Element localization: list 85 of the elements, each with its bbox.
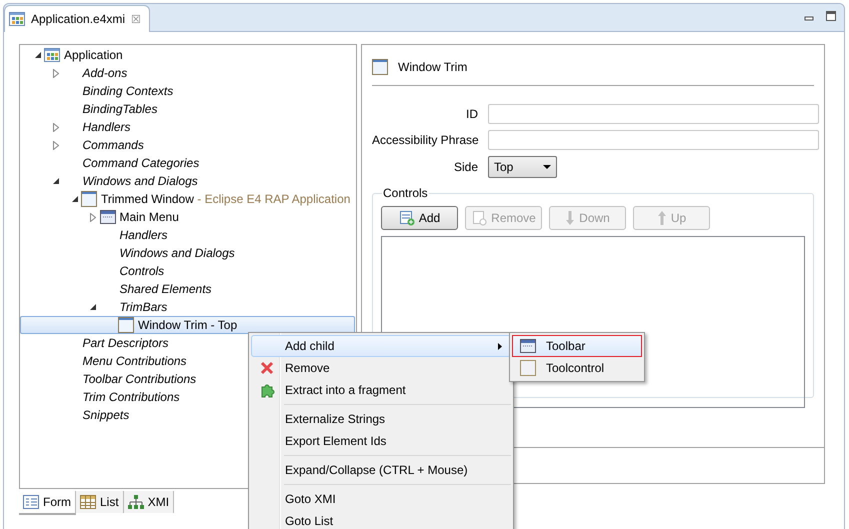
tree-row[interactable]: Main Menu	[20, 208, 355, 226]
menu-item[interactable]: Export Element Ids	[251, 430, 511, 452]
submenu-arrow-icon	[498, 342, 502, 350]
tree-item-label: Binding Contexts	[82, 84, 174, 98]
remove-icon	[471, 210, 488, 226]
tree-row[interactable]: BindingTables	[20, 100, 355, 118]
tree-item-label: Add-ons	[82, 66, 128, 80]
tree-row[interactable]: Handlers	[20, 118, 355, 136]
group-title: Controls	[382, 186, 429, 200]
editor-tab-title: Application.e4xmi	[31, 12, 126, 26]
toolbar-button[interactable]: Add	[381, 206, 458, 230]
expanded-arrow-icon[interactable]	[34, 52, 40, 58]
field-label: Side	[452, 160, 478, 174]
maximize-icon[interactable]	[826, 11, 836, 21]
tree-row[interactable]: Application	[20, 46, 355, 64]
tree-item-label: Shared Elements	[120, 282, 212, 296]
tree-row[interactable]: Handlers	[20, 226, 355, 244]
tree-item-label: Windows and Dialogs	[82, 174, 198, 188]
tree-item-label: Main Menu	[120, 210, 179, 224]
tree-row[interactable]: Binding Contexts	[20, 82, 355, 100]
element-icon	[520, 360, 536, 376]
collapsed-arrow-icon[interactable]	[53, 68, 59, 78]
tree-item-label: Handlers	[82, 120, 131, 134]
window-icon	[81, 191, 97, 207]
menu-item[interactable]: Add child	[251, 335, 511, 357]
editor-page-tab[interactable]: XMI	[124, 491, 174, 513]
field-label: ID	[465, 107, 478, 121]
tree-item-detail: - Eclipse E4 RAP Application	[196, 192, 350, 206]
tree-row[interactable]: Shared Elements	[20, 280, 355, 298]
tree-item-label: Command Categories	[82, 156, 200, 170]
tree-item-label: Handlers	[120, 228, 168, 242]
menu-item[interactable]: Toolbar	[512, 335, 642, 357]
tree-row[interactable]: Add-ons	[20, 64, 355, 82]
editor-page-tab[interactable]: List	[76, 491, 124, 513]
close-icon	[260, 361, 274, 375]
expanded-arrow-icon[interactable]	[72, 196, 78, 202]
tree-row[interactable]: TrimBars	[20, 298, 355, 316]
menu-item[interactable]: Goto List	[251, 510, 511, 529]
tree-row[interactable]: Command Categories	[20, 154, 355, 172]
tree-row[interactable]: Window Trim - Top	[20, 316, 355, 334]
tree-item-label: Windows and Dialogs	[120, 246, 235, 260]
menu-bar-icon	[520, 339, 536, 353]
form-icon	[23, 495, 39, 509]
add-icon	[398, 210, 415, 226]
application-icon	[9, 12, 25, 26]
menu-item[interactable]: Toolcontrol	[512, 357, 642, 379]
tree-item-label: Controls	[120, 264, 164, 278]
tree-row[interactable]: Controls	[20, 262, 355, 280]
table-icon	[80, 495, 96, 509]
menu-item[interactable]: Expand/Collapse (CTRL + Mouse)	[251, 459, 511, 481]
menu-item[interactable]: Externalize Strings	[251, 408, 511, 430]
tree-item-label: BindingTables	[82, 102, 158, 116]
tree-item-label: Window Trim - Top	[138, 318, 238, 332]
tree-item-label: Trimmed Window	[101, 192, 194, 206]
input-field[interactable]	[488, 130, 819, 150]
editor-page-tab[interactable]: Form	[19, 491, 76, 515]
dropdown-caret-icon	[543, 165, 551, 169]
tree-item-label: Commands	[82, 138, 144, 152]
menu-bar-icon	[100, 210, 116, 224]
hierarchy-icon	[128, 495, 144, 509]
side-dropdown[interactable]: Top	[488, 156, 557, 178]
down-arrow-icon	[565, 210, 576, 226]
puzzle-piece-icon	[260, 382, 274, 398]
input-field[interactable]	[488, 104, 819, 124]
details-title: Window Trim	[398, 60, 468, 74]
expanded-arrow-icon[interactable]	[53, 178, 59, 184]
application-icon	[44, 48, 60, 62]
tree-item-label: Application	[64, 48, 123, 62]
menu-item[interactable]: Goto XMI	[251, 488, 511, 510]
editor-tab[interactable]: Application.e4xmi ☒	[4, 5, 150, 32]
tree-item-label: Toolbar Contributions	[82, 372, 196, 386]
tree-item-label: TrimBars	[120, 300, 168, 314]
tree-row[interactable]: Windows and Dialogs	[20, 244, 355, 262]
tree-row[interactable]: Commands	[20, 136, 355, 154]
up-arrow-icon	[656, 210, 667, 226]
close-tab-button[interactable]: ☒	[131, 12, 142, 26]
menu-item[interactable]: Remove	[251, 357, 511, 379]
window-icon	[118, 317, 134, 333]
collapsed-arrow-icon[interactable]	[90, 212, 96, 222]
tree-row[interactable]: Windows and Dialogs	[20, 172, 355, 190]
menu-item[interactable]: Extract into a fragment	[251, 379, 511, 401]
window-icon	[372, 59, 388, 75]
field-label: Accessibility Phrase	[372, 133, 478, 147]
expanded-arrow-icon[interactable]	[90, 304, 96, 310]
tree-row[interactable]: Trimmed Window - Eclipse E4 RAP Application	[20, 190, 355, 208]
